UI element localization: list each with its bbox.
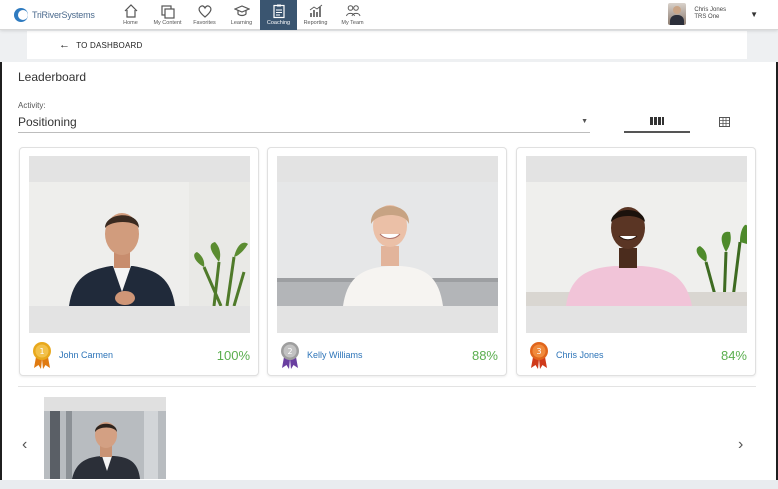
clipboard-icon	[272, 4, 285, 19]
nav-label-coaching: Coaching	[266, 20, 291, 26]
nav-item-my-team[interactable]: My Team	[334, 0, 371, 30]
nav-label-home: Home	[123, 20, 138, 26]
grid-view-icon	[650, 116, 664, 125]
section-divider	[18, 386, 756, 387]
content-icon	[160, 5, 175, 19]
back-label: TO DASHBOARD	[76, 40, 143, 50]
participant-name[interactable]: Kelly Williams	[307, 350, 472, 360]
score-value: 84%	[720, 347, 747, 363]
participant-video-thumbnail[interactable]	[277, 156, 498, 333]
nav-label-my-content: My Content	[153, 20, 182, 26]
app-logo[interactable]: TriRiverSystems	[14, 6, 95, 24]
grid-view-toggle[interactable]	[624, 110, 690, 133]
leaderboard-card[interactable]: 2 Kelly Williams 88%	[267, 147, 507, 376]
page-title: Leaderboard	[18, 70, 87, 84]
bar-chart-icon	[309, 4, 322, 17]
graduation-cap-icon	[233, 5, 250, 17]
table-view-toggle[interactable]	[706, 110, 742, 133]
nav-item-coaching[interactable]: Coaching	[260, 0, 297, 30]
chevron-left-icon[interactable]: ‹	[22, 436, 27, 454]
nav-item-home[interactable]: Home	[112, 0, 149, 30]
silver-medal-icon: 2	[281, 342, 299, 369]
leaderboard-card[interactable]: 3 Chris Jones 84%	[516, 147, 756, 376]
chevron-down-icon: ▼	[581, 118, 588, 125]
activity-label: Activity:	[18, 101, 46, 110]
bronze-medal-icon: 3	[530, 342, 548, 369]
activity-value: Positioning	[18, 115, 77, 129]
heart-icon	[197, 5, 212, 18]
nav-label-my-team: My Team	[341, 20, 364, 26]
score-value: 100%	[216, 347, 250, 363]
svg-text:1: 1	[39, 347, 44, 356]
avatar	[668, 3, 687, 25]
home-icon	[124, 4, 137, 18]
participant-video-thumbnail[interactable]	[29, 156, 250, 333]
nav-item-reporting[interactable]: Reporting	[297, 0, 334, 30]
gold-medal-icon: 1	[33, 342, 51, 369]
video-frame	[44, 411, 166, 479]
team-icon	[345, 5, 360, 17]
nav-item-favorites[interactable]: Favorites	[186, 0, 223, 30]
window-edge-left	[0, 30, 2, 482]
score-value: 88%	[471, 347, 498, 363]
svg-text:3: 3	[536, 347, 541, 356]
activity-select[interactable]: Positioning ▼	[18, 112, 590, 133]
chevron-right-icon[interactable]: ›	[738, 436, 743, 454]
main-nav: Home My Content Favorites Learning Coach…	[112, 0, 371, 30]
caret-down-icon[interactable]: ▼	[750, 10, 758, 19]
person-image	[277, 182, 498, 306]
window-bottom-strip	[0, 480, 778, 489]
back-to-dashboard-link[interactable]: ← TO DASHBOARD	[27, 31, 747, 59]
svg-text:2: 2	[287, 347, 292, 356]
logo-mark-icon	[14, 8, 28, 22]
table-view-icon	[718, 116, 730, 127]
video-frame	[277, 182, 498, 306]
nav-label-reporting: Reporting	[303, 20, 328, 26]
video-frame	[29, 182, 250, 306]
nav-item-learning[interactable]: Learning	[223, 0, 260, 30]
person-image	[44, 411, 166, 479]
arrow-left-icon: ←	[59, 39, 71, 51]
leaderboard-card[interactable]: 1 John Carmen 100%	[19, 147, 259, 376]
participant-name[interactable]: John Carmen	[59, 350, 217, 360]
top-navigation-bar: TriRiverSystems Home My Content Favorite…	[0, 0, 778, 30]
user-org: TRS One	[694, 14, 720, 20]
nav-item-my-content[interactable]: My Content	[149, 0, 186, 30]
nav-label-learning: Learning	[230, 20, 253, 26]
logo-text: TriRiverSystems	[32, 10, 95, 20]
participant-name[interactable]: Chris Jones	[556, 350, 721, 360]
carousel-thumbnail[interactable]	[44, 397, 166, 479]
participant-video-thumbnail[interactable]	[526, 156, 747, 333]
nav-label-favorites: Favorites	[193, 20, 216, 26]
video-frame	[526, 182, 747, 306]
person-image	[29, 182, 250, 306]
person-image	[526, 182, 747, 306]
user-menu[interactable]: Chris Jones TRS One ▼	[668, 3, 758, 25]
user-name: Chris Jones	[694, 7, 727, 13]
